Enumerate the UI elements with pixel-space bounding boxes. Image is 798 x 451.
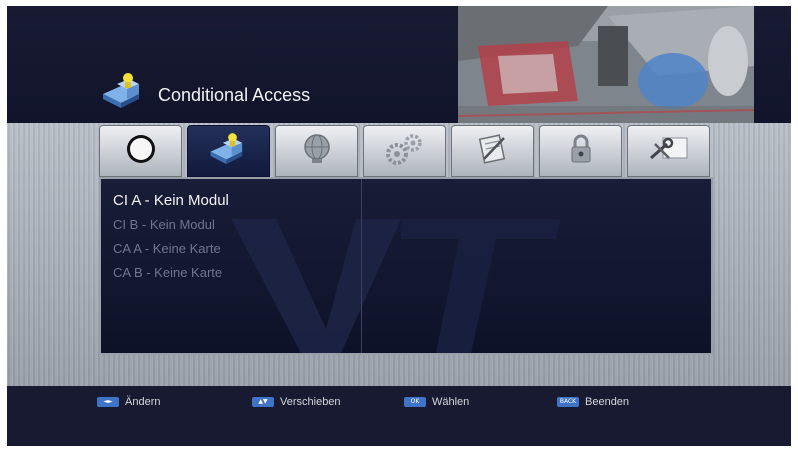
tab-5[interactable] bbox=[451, 125, 534, 177]
up-down-key-icon: ▲▼ bbox=[252, 397, 274, 407]
menu-pane: CI A - Kein Modul CI B - Kein Modul CA A… bbox=[101, 179, 362, 353]
hint-label: Ändern bbox=[125, 396, 161, 408]
content-panel: CI A - Kein Modul CI B - Kein Modul CA A… bbox=[99, 177, 713, 355]
tab-bar bbox=[99, 125, 713, 177]
hint-label: Wählen bbox=[432, 396, 470, 408]
hint-change: ◄► Ändern bbox=[97, 394, 160, 410]
tools-icon bbox=[647, 132, 691, 170]
tab-2[interactable] bbox=[187, 125, 270, 177]
conditional-access-icon bbox=[207, 132, 251, 170]
hint-label: Beenden bbox=[585, 396, 630, 408]
list-item[interactable]: CI B - Kein Modul bbox=[113, 213, 229, 237]
list-item[interactable]: CA B - Keine Karte bbox=[113, 261, 229, 285]
detail-pane bbox=[362, 179, 711, 353]
tab-4[interactable] bbox=[363, 125, 446, 177]
tab-6[interactable] bbox=[539, 125, 622, 177]
tab-7[interactable] bbox=[627, 125, 710, 177]
ci-slot-list: CI A - Kein Modul CI B - Kein Modul CA A… bbox=[113, 189, 229, 285]
hint-move: ▲▼ Verschieben bbox=[252, 394, 341, 410]
tab-3[interactable] bbox=[275, 125, 358, 177]
hint-exit: BACK Beenden bbox=[557, 394, 629, 410]
header: Conditional Access bbox=[7, 6, 791, 124]
hint-label: Verschieben bbox=[280, 396, 341, 408]
circle-icon bbox=[123, 131, 159, 171]
ok-key-icon: OK bbox=[404, 397, 426, 407]
hint-select: OK Wählen bbox=[404, 394, 469, 410]
lock-icon bbox=[566, 132, 596, 170]
conditional-access-icon bbox=[99, 72, 149, 110]
back-key-icon: BACK bbox=[557, 397, 579, 407]
left-right-key-icon: ◄► bbox=[97, 397, 119, 407]
list-item[interactable]: CA A - Keine Karte bbox=[113, 237, 229, 261]
edit-document-icon bbox=[475, 132, 511, 170]
globe-icon bbox=[300, 132, 334, 170]
footer-hints: ◄► Ändern ▲▼ Verschieben OK Wählen BACK … bbox=[7, 386, 791, 446]
list-item[interactable]: CI A - Kein Modul bbox=[113, 189, 229, 213]
video-preview bbox=[458, 6, 754, 123]
gears-icon bbox=[385, 132, 425, 170]
page-title: Conditional Access bbox=[158, 85, 311, 105]
tv-screen: Conditional Access CI A - Kein Modul CI … bbox=[7, 6, 791, 446]
tab-1[interactable] bbox=[99, 125, 182, 177]
